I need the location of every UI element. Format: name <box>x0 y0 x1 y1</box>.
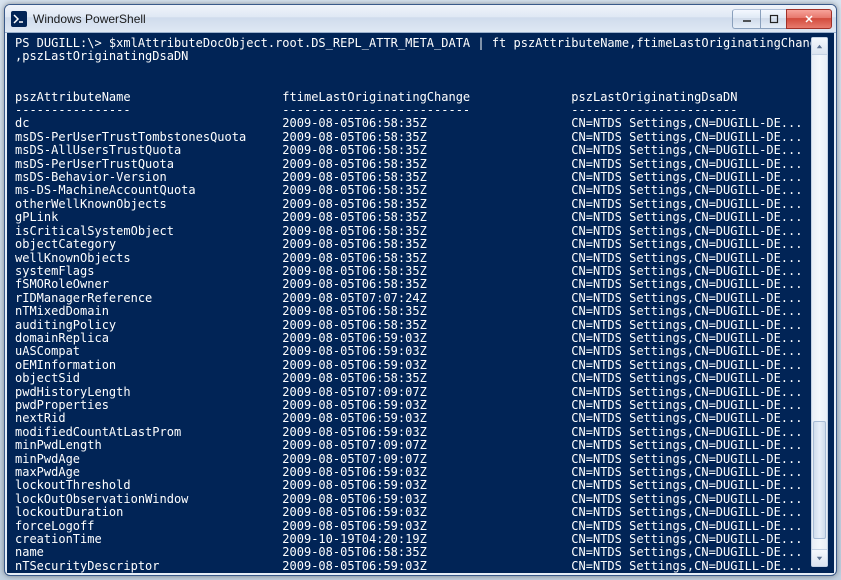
scroll-up-button[interactable] <box>812 38 827 55</box>
scroll-down-button[interactable] <box>812 549 827 566</box>
app-window: Windows PowerShell PS DUGILL:\> $xmlAttr… <box>4 4 837 576</box>
window-title: Windows PowerShell <box>33 12 732 26</box>
console-output: PS DUGILL:\> $xmlAttributeDocObject.root… <box>15 37 828 575</box>
vertical-scrollbar[interactable] <box>811 37 828 567</box>
window-controls <box>732 9 832 29</box>
powershell-icon <box>11 11 27 27</box>
titlebar[interactable]: Windows PowerShell <box>5 5 836 33</box>
minimize-button[interactable] <box>732 9 760 29</box>
scroll-thumb[interactable] <box>813 421 826 540</box>
maximize-button[interactable] <box>760 9 786 29</box>
close-button[interactable] <box>786 9 832 29</box>
scroll-track[interactable] <box>812 55 827 549</box>
console-area[interactable]: PS DUGILL:\> $xmlAttributeDocObject.root… <box>5 33 836 575</box>
